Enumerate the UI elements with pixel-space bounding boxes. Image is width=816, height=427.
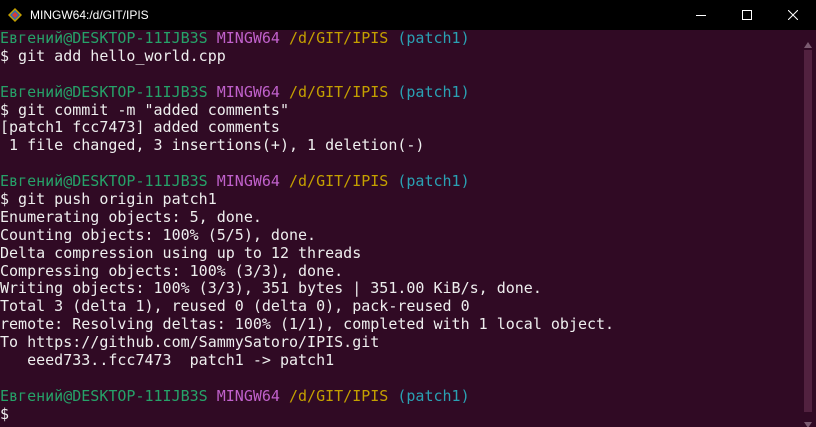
prompt-user: Евгений@DESKTOP-11IJB3S bbox=[0, 29, 208, 47]
prompt-line: Евгений@DESKTOP-11IJB3S MINGW64 /d/GIT/I… bbox=[0, 386, 800, 406]
prompt-branch: (patch1) bbox=[397, 386, 470, 405]
output-line: 1 file changed, 3 insertions(+), 1 delet… bbox=[0, 136, 425, 155]
output-line: [patch1 fcc7473] added comments bbox=[0, 118, 280, 137]
vertical-scrollbar[interactable] bbox=[800, 30, 816, 427]
prompt-system: MINGW64 bbox=[216, 29, 280, 47]
command-line: $ git add hello_world.cpp bbox=[0, 46, 226, 65]
output-line: Writing objects: 100% (3/3), 351 bytes |… bbox=[0, 279, 542, 298]
terminal-window: MINGW64:/d/GIT/IPIS Евгений@DESKTOP-11IJ… bbox=[0, 0, 816, 427]
scrollbar-thumb[interactable] bbox=[804, 50, 812, 412]
output-line: eeed733..fcc7473 patch1 -> patch1 bbox=[0, 351, 335, 370]
prompt-branch: (patch1) bbox=[397, 82, 470, 101]
prompt-branch: (patch1) bbox=[397, 172, 470, 191]
output-line: Compressing objects: 100% (3/3), done. bbox=[0, 261, 344, 280]
mingw-icon[interactable] bbox=[8, 8, 22, 22]
title-bar[interactable]: MINGW64:/d/GIT/IPIS bbox=[0, 0, 816, 30]
prompt-system: MINGW64 bbox=[216, 386, 280, 405]
maximize-icon bbox=[742, 10, 752, 20]
prompt-system: MINGW64 bbox=[216, 172, 280, 191]
prompt-line: Евгений@DESKTOP-11IJB3S MINGW64 /d/GIT/I… bbox=[0, 29, 800, 48]
minimize-button[interactable] bbox=[678, 0, 724, 30]
prompt-path: /d/GIT/IPIS bbox=[289, 82, 389, 101]
output-line: remote: Resolving deltas: 100% (1/1), co… bbox=[0, 315, 615, 334]
prompt-path: /d/GIT/IPIS bbox=[289, 386, 389, 405]
prompt-branch: (patch1) bbox=[397, 29, 470, 47]
scroll-down-icon[interactable] bbox=[803, 414, 813, 427]
current-command-line[interactable]: $ bbox=[0, 405, 800, 424]
output-line: To https://github.com/SammySatoro/IPIS.g… bbox=[0, 333, 380, 352]
maximize-button[interactable] bbox=[724, 0, 770, 30]
prompt-user: Евгений@DESKTOP-11IJB3S bbox=[0, 386, 208, 405]
prompt-path: /d/GIT/IPIS bbox=[289, 172, 389, 191]
prompt-user: Евгений@DESKTOP-11IJB3S bbox=[0, 82, 208, 101]
prompt-user: Евгений@DESKTOP-11IJB3S bbox=[0, 172, 208, 191]
prompt-path: /d/GIT/IPIS bbox=[289, 29, 389, 47]
close-icon bbox=[788, 10, 798, 20]
scroll-up-icon[interactable] bbox=[803, 34, 813, 48]
prompt-line: Евгений@DESKTOP-11IJB3S MINGW64 /d/GIT/I… bbox=[0, 82, 800, 102]
output-line: Delta compression using up to 12 threads bbox=[0, 243, 362, 262]
command-line: $ git commit -m "added comments" bbox=[0, 100, 289, 119]
prompt-line: Евгений@DESKTOP-11IJB3S MINGW64 /d/GIT/I… bbox=[0, 172, 800, 191]
output-line: Counting objects: 100% (5/5), done. bbox=[0, 225, 317, 244]
terminal-output[interactable]: Евгений@DESKTOP-11IJB3S MINGW64 /d/GIT/I… bbox=[0, 29, 800, 427]
prompt-system: MINGW64 bbox=[216, 82, 280, 101]
minimize-icon bbox=[696, 10, 706, 20]
output-line: Total 3 (delta 1), reused 0 (delta 0), p… bbox=[0, 297, 470, 316]
command-line: $ git push origin patch1 bbox=[0, 190, 217, 209]
window-title: MINGW64:/d/GIT/IPIS bbox=[30, 8, 149, 22]
output-line: Enumerating objects: 5, done. bbox=[0, 207, 262, 226]
close-button[interactable] bbox=[770, 0, 816, 30]
